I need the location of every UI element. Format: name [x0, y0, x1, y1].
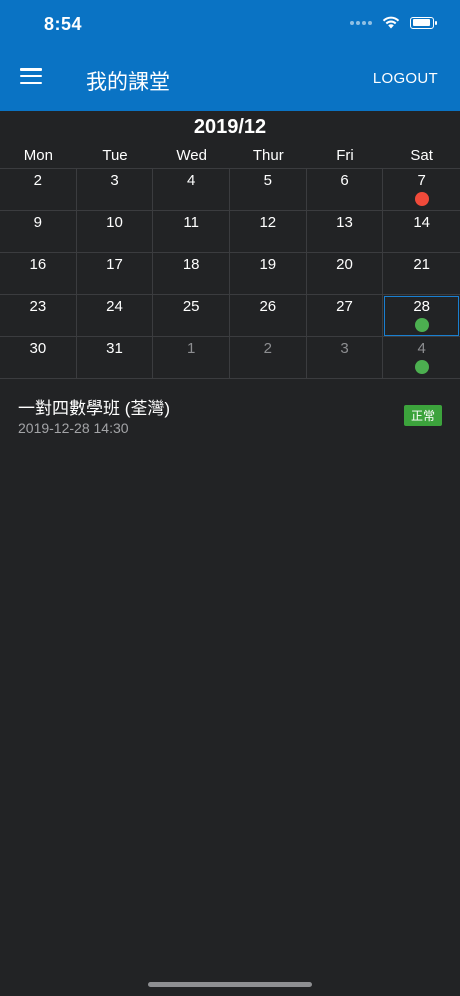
- calendar-day-number: 31: [106, 340, 123, 357]
- calendar-day-cell[interactable]: 10: [76, 211, 154, 253]
- calendar-day-cell[interactable]: 24: [76, 295, 154, 337]
- calendar-month-title: 2019/12: [193, 116, 267, 138]
- calendar-day-number: 21: [413, 256, 430, 273]
- weekday-label: Thur: [252, 147, 284, 164]
- weekday-header: Mon Tue Wed Thur Fri Sat: [0, 146, 460, 166]
- calendar-day-number: 10: [106, 214, 123, 231]
- calendar-day-cell[interactable]: 20: [306, 253, 384, 295]
- calendar-day-cell[interactable]: 14: [383, 211, 460, 253]
- calendar-day-number: 23: [29, 298, 47, 315]
- calendar-day-cell[interactable]: 18: [153, 253, 230, 295]
- calendar-day-cell[interactable]: 27: [306, 295, 384, 337]
- status-icons: [350, 16, 437, 29]
- calendar-day-number: 28: [413, 298, 430, 315]
- app-header: 8:54 我的課堂 LOGOUT: [0, 0, 460, 111]
- calendar-day-cell[interactable]: 13: [306, 211, 384, 253]
- weekday-label: Wed: [176, 147, 207, 164]
- calendar-day-number: 3: [110, 172, 119, 189]
- calendar-day-number: 13: [336, 214, 353, 231]
- status-badge: 正常: [403, 405, 442, 426]
- class-marker-dot: [414, 192, 429, 206]
- calendar-day-cell[interactable]: 5: [229, 169, 307, 211]
- calendar-day-number: 6: [340, 172, 349, 189]
- battery-icon: [410, 16, 437, 29]
- calendar-day-number: 14: [413, 214, 430, 231]
- calendar-day-cell[interactable]: 3: [306, 337, 384, 379]
- calendar-day-number: 2: [33, 172, 42, 189]
- calendar-day-cell[interactable]: 16: [0, 253, 77, 295]
- calendar-day-cell[interactable]: 28: [383, 295, 460, 337]
- calendar-day-number: 17: [106, 256, 123, 273]
- calendar-day-cell[interactable]: 23: [0, 295, 77, 337]
- calendar-day-number: 4: [186, 172, 196, 189]
- weekday-label: Mon: [23, 147, 53, 164]
- calendar-day-number: 12: [259, 214, 277, 231]
- calendar-day-number: 19: [259, 256, 277, 273]
- calendar-day-number: 7: [417, 172, 426, 189]
- calendar-day-number: 25: [182, 298, 200, 315]
- calendar-day-number: 9: [33, 214, 42, 231]
- calendar-day-cell[interactable]: 2: [229, 337, 307, 379]
- page-title: 我的課堂: [86, 71, 170, 94]
- calendar-day-cell[interactable]: 25: [153, 295, 230, 337]
- calendar-grid: 2 3 4 5 6 7 9 10 11 12 13 14 16 17 18 19 20 21 23 24 25 26 27 2…: [0, 168, 460, 379]
- signal-icon: [350, 20, 372, 25]
- calendar-day-cell[interactable]: 26: [229, 295, 307, 337]
- calendar-day-number: 20: [336, 256, 353, 273]
- calendar-day-number: 18: [182, 256, 200, 273]
- calendar-day-cell[interactable]: 31: [76, 337, 154, 379]
- calendar-day-cell[interactable]: 7: [383, 169, 460, 211]
- calendar-day-cell[interactable]: 11: [153, 211, 230, 253]
- class-marker-dot: [414, 360, 429, 374]
- calendar-day-number: 1: [186, 340, 196, 357]
- calendar-day-cell[interactable]: 6: [306, 169, 384, 211]
- calendar-day-number: 5: [263, 172, 272, 189]
- calendar-day-number: 26: [259, 298, 277, 315]
- calendar-day-number: 30: [29, 340, 47, 357]
- wifi-icon: [382, 16, 400, 29]
- class-name: 一對四數學班 (荃灣): [18, 399, 171, 418]
- calendar-day-cell[interactable]: 4: [383, 337, 460, 379]
- calendar-day-number: 27: [336, 298, 353, 315]
- calendar-day-cell[interactable]: 1: [153, 337, 230, 379]
- calendar-day-cell[interactable]: 30: [0, 337, 77, 379]
- weekday-label: Fri: [336, 147, 354, 164]
- calendar-day-number: 16: [29, 256, 47, 273]
- calendar-day-cell[interactable]: 3: [76, 169, 154, 211]
- calendar-day-cell[interactable]: 2: [0, 169, 77, 211]
- calendar-day-cell[interactable]: 19: [229, 253, 307, 295]
- menu-icon[interactable]: [20, 68, 42, 84]
- class-list-item[interactable]: 一對四數學班 (荃灣) 2019-12-28 14:30 正常: [0, 390, 460, 448]
- calendar-day-cell[interactable]: 21: [383, 253, 460, 295]
- status-time: 8:54: [44, 14, 83, 34]
- calendar-day-number: 11: [183, 214, 199, 231]
- calendar-day-number: 4: [417, 340, 426, 357]
- home-indicator: [148, 982, 312, 987]
- weekday-label: Sat: [410, 147, 433, 164]
- class-datetime: 2019-12-28 14:30: [18, 420, 129, 436]
- calendar-day-cell[interactable]: 4: [153, 169, 230, 211]
- calendar-day-number: 24: [106, 298, 123, 315]
- calendar-day-number: 3: [340, 340, 349, 357]
- calendar-day-number: 2: [263, 340, 272, 357]
- calendar-day-cell[interactable]: 12: [229, 211, 307, 253]
- calendar-day-cell[interactable]: 17: [76, 253, 154, 295]
- class-marker-dot: [414, 318, 429, 332]
- logout-button[interactable]: LOGOUT: [373, 70, 438, 87]
- weekday-label: Tue: [102, 147, 128, 164]
- calendar-day-cell[interactable]: 9: [0, 211, 77, 253]
